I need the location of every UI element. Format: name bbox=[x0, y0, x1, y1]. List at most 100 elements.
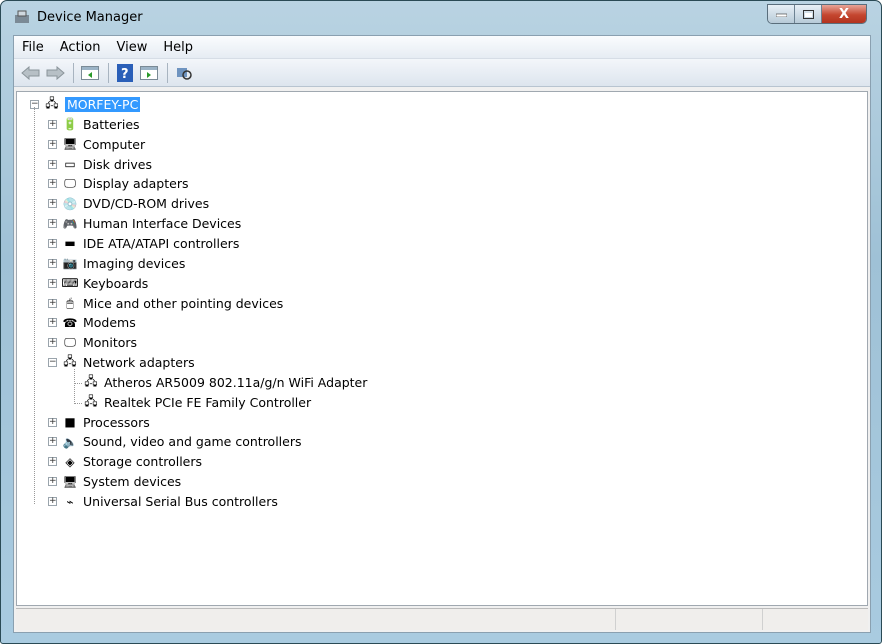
expand-toggle[interactable]: + bbox=[48, 159, 57, 169]
expand-toggle[interactable]: + bbox=[48, 298, 57, 308]
expand-toggle[interactable]: + bbox=[48, 477, 57, 487]
menu-view[interactable]: View bbox=[108, 40, 155, 55]
status-pane-2 bbox=[616, 609, 763, 630]
battery-icon: 🔋 bbox=[62, 117, 78, 132]
system-devices-icon: 🖥 bbox=[62, 474, 78, 489]
expand-toggle[interactable]: + bbox=[48, 258, 57, 268]
computer-network-icon: 🖧 bbox=[45, 96, 59, 110]
close-button[interactable]: X bbox=[822, 5, 866, 23]
tree-item[interactable]: 🖧 Network adapters bbox=[61, 353, 195, 372]
tree-item[interactable]: 🖵 Monitors bbox=[61, 333, 137, 352]
tree-item-label: Sound, video and game controllers bbox=[83, 434, 302, 450]
tree-item[interactable]: ☎ Modems bbox=[61, 313, 136, 332]
tree-connector bbox=[74, 368, 75, 404]
expand-toggle[interactable]: + bbox=[48, 219, 57, 229]
tree-item[interactable]: 🖥 Computer bbox=[61, 135, 145, 154]
expand-toggle[interactable]: + bbox=[48, 497, 57, 506]
menu-help[interactable]: Help bbox=[155, 40, 201, 55]
status-bar bbox=[16, 608, 868, 630]
device-manager-icon bbox=[13, 9, 31, 25]
tree-item-label: Keyboards bbox=[83, 275, 149, 291]
device-tree[interactable]: − 🖧 MORFEY-PC + 🔋 Batteries + 🖥 Computer + ▭ Disk d… bbox=[16, 91, 868, 606]
tree-child-label: Realtek PCIe FE Family Controller bbox=[104, 394, 312, 410]
client-area: File Action View Help ? − 🖧 MORFEY-PC + 🔋 Bat… bbox=[13, 35, 871, 633]
tree-item[interactable]: 💿 DVD/CD-ROM drives bbox=[61, 194, 210, 213]
speaker-icon: 🔈 bbox=[62, 434, 78, 449]
tree-item-label: Mice and other pointing devices bbox=[83, 295, 284, 311]
maximize-button[interactable] bbox=[795, 5, 822, 23]
tree-item[interactable]: 🖱 Mice and other pointing devices bbox=[61, 294, 283, 313]
expand-toggle[interactable]: + bbox=[48, 338, 57, 348]
expand-toggle[interactable]: + bbox=[48, 179, 57, 189]
tree-item[interactable]: ▭ Disk drives bbox=[61, 155, 152, 174]
window-title: Device Manager bbox=[37, 10, 143, 25]
computer-icon: 🖥 bbox=[62, 137, 78, 152]
tree-item-label: Batteries bbox=[83, 116, 140, 132]
expand-toggle[interactable]: + bbox=[48, 238, 57, 248]
tree-child-item[interactable]: 🖧 Realtek PCIe FE Family Controller bbox=[82, 393, 311, 412]
tree-item-label: System devices bbox=[83, 474, 182, 490]
tree-child-label: Atheros AR5009 802.11a/g/n WiFi Adapter bbox=[104, 374, 368, 390]
back-icon[interactable] bbox=[20, 62, 42, 84]
tree-connector bbox=[34, 107, 35, 504]
svg-text:?: ? bbox=[121, 67, 129, 82]
title-bar[interactable]: Device Manager X bbox=[1, 1, 881, 35]
scan-hardware-icon[interactable] bbox=[173, 62, 195, 84]
tree-item-label: Processors bbox=[83, 414, 150, 430]
forward-icon[interactable] bbox=[44, 62, 66, 84]
toolbar-separator bbox=[167, 62, 168, 83]
tree-item[interactable]: 📷 Imaging devices bbox=[61, 254, 186, 273]
menu-action[interactable]: Action bbox=[52, 40, 109, 55]
expand-toggle[interactable]: + bbox=[48, 437, 57, 447]
tree-item[interactable]: ⌨ Keyboards bbox=[61, 274, 148, 293]
show-hide-console-tree-icon[interactable] bbox=[79, 62, 101, 84]
tree-connector bbox=[74, 382, 82, 384]
collapse-toggle[interactable]: − bbox=[48, 358, 57, 368]
tree-item[interactable]: 🖵 Display adapters bbox=[61, 174, 188, 193]
tree-item[interactable]: ▬ IDE ATA/ATAPI controllers bbox=[61, 234, 239, 253]
tree-item[interactable]: 🔈 Sound, video and game controllers bbox=[61, 432, 302, 451]
toolbar: ? bbox=[14, 59, 870, 87]
expand-toggle[interactable]: + bbox=[48, 417, 57, 427]
tree-item-label: Universal Serial Bus controllers bbox=[83, 494, 278, 509]
expand-toggle[interactable]: + bbox=[48, 457, 57, 467]
hid-icon: 🎮 bbox=[62, 216, 78, 231]
network-adapter-icon: 🖧 bbox=[63, 354, 77, 369]
window-frame: Device Manager X File Action View Help ?… bbox=[0, 0, 882, 644]
tree-root[interactable]: 🖧 MORFEY-PC bbox=[43, 95, 141, 114]
tree-item[interactable]: 🔋 Batteries bbox=[61, 115, 140, 134]
tree-item[interactable]: ◈ Storage controllers bbox=[61, 452, 202, 471]
tree-item[interactable]: ⌁ Universal Serial Bus controllers bbox=[61, 492, 278, 511]
expand-toggle[interactable]: + bbox=[48, 318, 57, 328]
expand-toggle[interactable]: + bbox=[48, 199, 57, 209]
tree-item[interactable]: 🎮 Human Interface Devices bbox=[61, 214, 242, 233]
modem-icon: ☎ bbox=[62, 315, 78, 330]
tree-item[interactable]: ■ Processors bbox=[61, 413, 150, 432]
minimize-button[interactable] bbox=[768, 5, 795, 23]
tree-child-item[interactable]: 🖧 Atheros AR5009 802.11a/g/n WiFi Adapter bbox=[82, 373, 367, 392]
toolbar-separator bbox=[108, 62, 109, 83]
tree-item-label: IDE ATA/ATAPI controllers bbox=[83, 235, 240, 251]
expand-toggle[interactable]: + bbox=[48, 119, 57, 129]
display-adapter-icon: 🖵 bbox=[64, 176, 76, 191]
monitor-icon: 🖵 bbox=[64, 335, 76, 350]
tree-item-label: Network adapters bbox=[83, 355, 195, 371]
toolbar-separator bbox=[73, 62, 74, 83]
show-action-pane-icon[interactable] bbox=[138, 62, 160, 84]
expand-toggle[interactable]: + bbox=[48, 278, 57, 288]
menu-file[interactable]: File bbox=[14, 40, 52, 55]
tree-connector bbox=[74, 402, 82, 404]
tree-item-label: Disk drives bbox=[83, 156, 152, 172]
disk-drive-icon: ▭ bbox=[64, 157, 76, 172]
keyboard-icon: ⌨ bbox=[61, 276, 79, 291]
status-pane-3 bbox=[763, 609, 868, 630]
tree-item-label: Human Interface Devices bbox=[83, 216, 242, 232]
expand-toggle[interactable]: + bbox=[48, 139, 57, 149]
help-icon[interactable]: ? bbox=[114, 62, 136, 84]
usb-icon: ⌁ bbox=[66, 494, 74, 509]
tree-item[interactable]: 🖥 System devices bbox=[61, 472, 181, 491]
tree-item-label: Monitors bbox=[83, 335, 138, 351]
tree-item-label: Storage controllers bbox=[83, 454, 203, 470]
dvd-icon: 💿 bbox=[62, 196, 78, 211]
ide-controller-icon: ▬ bbox=[64, 236, 76, 251]
